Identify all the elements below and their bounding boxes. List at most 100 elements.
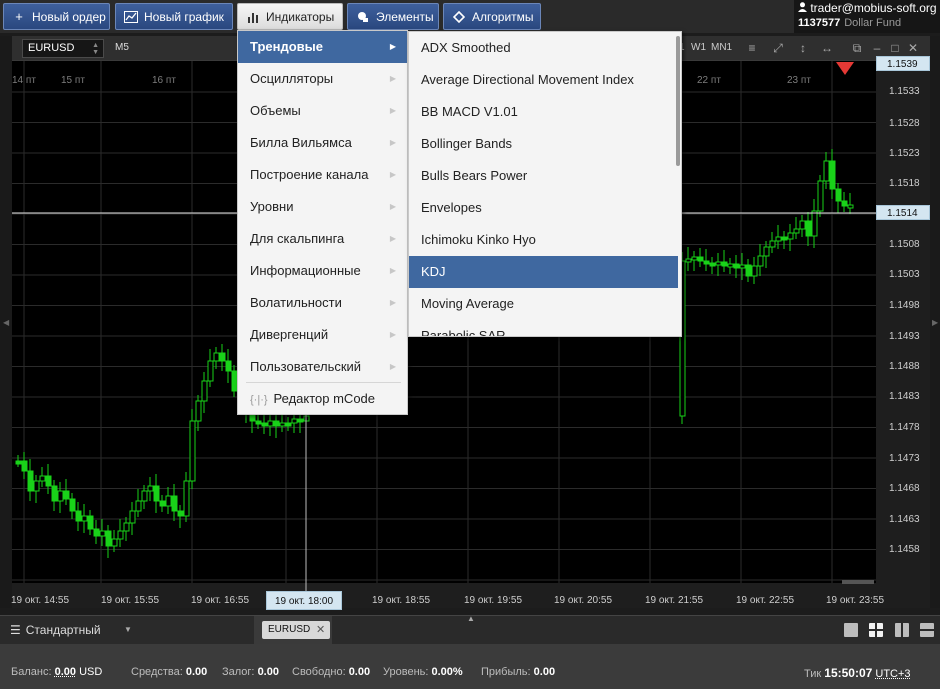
menu-item-volumes[interactable]: Объемы ▶ xyxy=(238,95,407,127)
menu-item-trend[interactable]: Трендовые ▶ xyxy=(238,31,407,63)
day-label: 15 пт xyxy=(61,75,85,86)
current-price-tag: 1.1514 xyxy=(876,205,930,220)
candle-body xyxy=(727,263,734,268)
chevron-down-icon[interactable]: ▼ xyxy=(124,625,132,634)
close-icon[interactable]: ✕ xyxy=(904,40,922,56)
menu-item-custom[interactable]: Пользовательский ▶ xyxy=(238,351,407,383)
candle-body xyxy=(15,460,22,465)
layout-selector[interactable]: ☰ Стандартный xyxy=(10,623,101,637)
candle-body xyxy=(291,418,298,424)
account-panel[interactable]: trader@mobius-soft.org 1137577 Dollar Fun… xyxy=(794,0,940,33)
price-label: 1.1473 xyxy=(889,453,920,464)
candle-body xyxy=(261,422,268,427)
maximize-icon[interactable]: □ xyxy=(886,40,904,56)
candle-body xyxy=(691,256,698,261)
candle-body xyxy=(787,232,794,240)
resize-vertical-icon[interactable]: ↕ xyxy=(794,40,812,56)
tick-label: Тик xyxy=(804,668,822,680)
chart-type-icon[interactable]: ≡ xyxy=(743,40,761,56)
candle-body xyxy=(153,485,160,502)
time-label: 19 окт. 23:55 xyxy=(826,595,885,606)
candle-body xyxy=(45,475,52,487)
candle-body xyxy=(177,510,184,517)
trend-indicator-submenu: ADX Smoothed Average Directional Movemen… xyxy=(408,31,682,337)
algorithms-button[interactable]: Алгоритмы xyxy=(443,3,541,30)
menu-item-informational[interactable]: Информационные ▶ xyxy=(238,255,407,287)
candle-body xyxy=(267,420,274,427)
horizontal-scrollbar[interactable] xyxy=(842,580,874,584)
elements-label: Элементы xyxy=(376,9,434,24)
funds-label: Средства: xyxy=(131,666,183,678)
left-panel-toggle[interactable]: ◀ xyxy=(0,36,12,608)
resize-diagonal-icon[interactable]: ⤢ xyxy=(769,40,787,56)
menu-item-mcode-editor[interactable]: {·|·} Редактор mCode xyxy=(238,384,407,414)
profit-status: Прибыль: 0.00 xyxy=(481,666,555,678)
algorithms-label: Алгоритмы xyxy=(472,9,534,24)
menu-item-scalping[interactable]: Для скальпинга ▶ xyxy=(238,223,407,255)
chart-icon xyxy=(124,10,138,24)
menu-item-bill-williams[interactable]: Билла Вильямса ▶ xyxy=(238,127,407,159)
menu-item-volatility[interactable]: Волатильности ▶ xyxy=(238,287,407,319)
candle-body xyxy=(93,528,100,537)
bar-chart-icon xyxy=(246,10,260,24)
candle-body xyxy=(823,160,830,182)
expand-left-icon: ◀ xyxy=(3,318,10,327)
candle-body xyxy=(141,490,148,502)
indicator-ichimoku[interactable]: Ichimoku Kinko Hyo xyxy=(409,224,678,256)
price-label: 1.1498 xyxy=(889,300,920,311)
detach-window-icon[interactable]: ⧉ xyxy=(848,40,866,56)
indicator-parabolic-sar[interactable]: Parabolic SAR xyxy=(409,320,678,336)
submenu-scrollbar[interactable] xyxy=(676,36,680,166)
right-panel-toggle[interactable]: ▶ xyxy=(930,36,940,608)
candle-body xyxy=(111,538,118,547)
indicator-bulls-bears-power[interactable]: Bulls Bears Power xyxy=(409,160,678,192)
layout-grid-icon[interactable] xyxy=(869,623,883,637)
layout-rows-icon[interactable] xyxy=(920,623,934,637)
indicator-moving-average[interactable]: Moving Average xyxy=(409,288,678,320)
margin-label: Залог: xyxy=(222,666,255,678)
indicator-adx-smoothed[interactable]: ADX Smoothed xyxy=(409,32,678,64)
layout-name: Стандартный xyxy=(25,623,101,637)
profit-value: 0.00 xyxy=(533,666,556,678)
menu-item-levels[interactable]: Уровни ▶ xyxy=(238,191,407,223)
menu-item-channels[interactable]: Построение канала ▶ xyxy=(238,159,407,191)
candle-body xyxy=(75,510,82,522)
submenu-arrow-icon: ▶ xyxy=(389,234,396,243)
account-email: trader@mobius-soft.org xyxy=(810,1,937,15)
candle-body xyxy=(165,495,172,507)
indicators-button[interactable]: Индикаторы xyxy=(237,3,343,30)
timezone-selector[interactable]: UTC+3 xyxy=(875,668,910,680)
indicator-bb-macd[interactable]: BB MACD V1.01 xyxy=(409,96,678,128)
indicator-envelopes[interactable]: Envelopes xyxy=(409,192,678,224)
time-label: 19 окт. 20:55 xyxy=(554,595,613,606)
new-chart-button[interactable]: Новый график xyxy=(115,3,233,30)
indicator-bollinger-bands[interactable]: Bollinger Bands xyxy=(409,128,678,160)
indicator-kdj[interactable]: KDJ xyxy=(409,256,678,288)
elements-button[interactable]: Элементы xyxy=(347,3,439,30)
timeframe-item[interactable]: W1 xyxy=(691,42,706,53)
minimize-icon[interactable]: – xyxy=(868,40,886,56)
candle-body xyxy=(279,422,286,427)
submenu-arrow-icon: ▶ xyxy=(389,266,396,275)
submenu-arrow-icon: ▶ xyxy=(389,74,396,83)
menu-item-divergence[interactable]: Дивергенций ▶ xyxy=(238,319,407,351)
resize-horizontal-icon[interactable]: ↔ xyxy=(818,40,836,56)
close-tab-icon[interactable]: ✕ xyxy=(316,621,325,639)
layout-columns-icon[interactable] xyxy=(895,623,909,637)
new-order-button[interactable]: + Новый ордер xyxy=(3,3,110,30)
new-chart-label: Новый график xyxy=(144,9,224,24)
menu-item-oscillators[interactable]: Осцилляторы ▶ xyxy=(238,63,407,95)
balance-value[interactable]: 0.00 xyxy=(55,666,76,678)
symbol-select[interactable]: EURUSD ▲ ▼ xyxy=(22,39,104,58)
submenu-arrow-icon: ▶ xyxy=(389,362,396,371)
price-label: 1.1528 xyxy=(889,118,920,129)
timeframe-item[interactable]: MN1 xyxy=(711,42,732,53)
candle-body xyxy=(739,264,746,269)
funds-value: 0.00 xyxy=(185,666,208,678)
free-value: 0.00 xyxy=(348,666,371,678)
indicator-adx[interactable]: Average Directional Movement Index xyxy=(409,64,678,96)
candle-body xyxy=(69,498,76,512)
layout-single-icon[interactable] xyxy=(844,623,858,637)
tab-eurusd[interactable]: EURUSD ✕ xyxy=(254,616,332,645)
current-timeframe[interactable]: M5 xyxy=(115,42,129,53)
